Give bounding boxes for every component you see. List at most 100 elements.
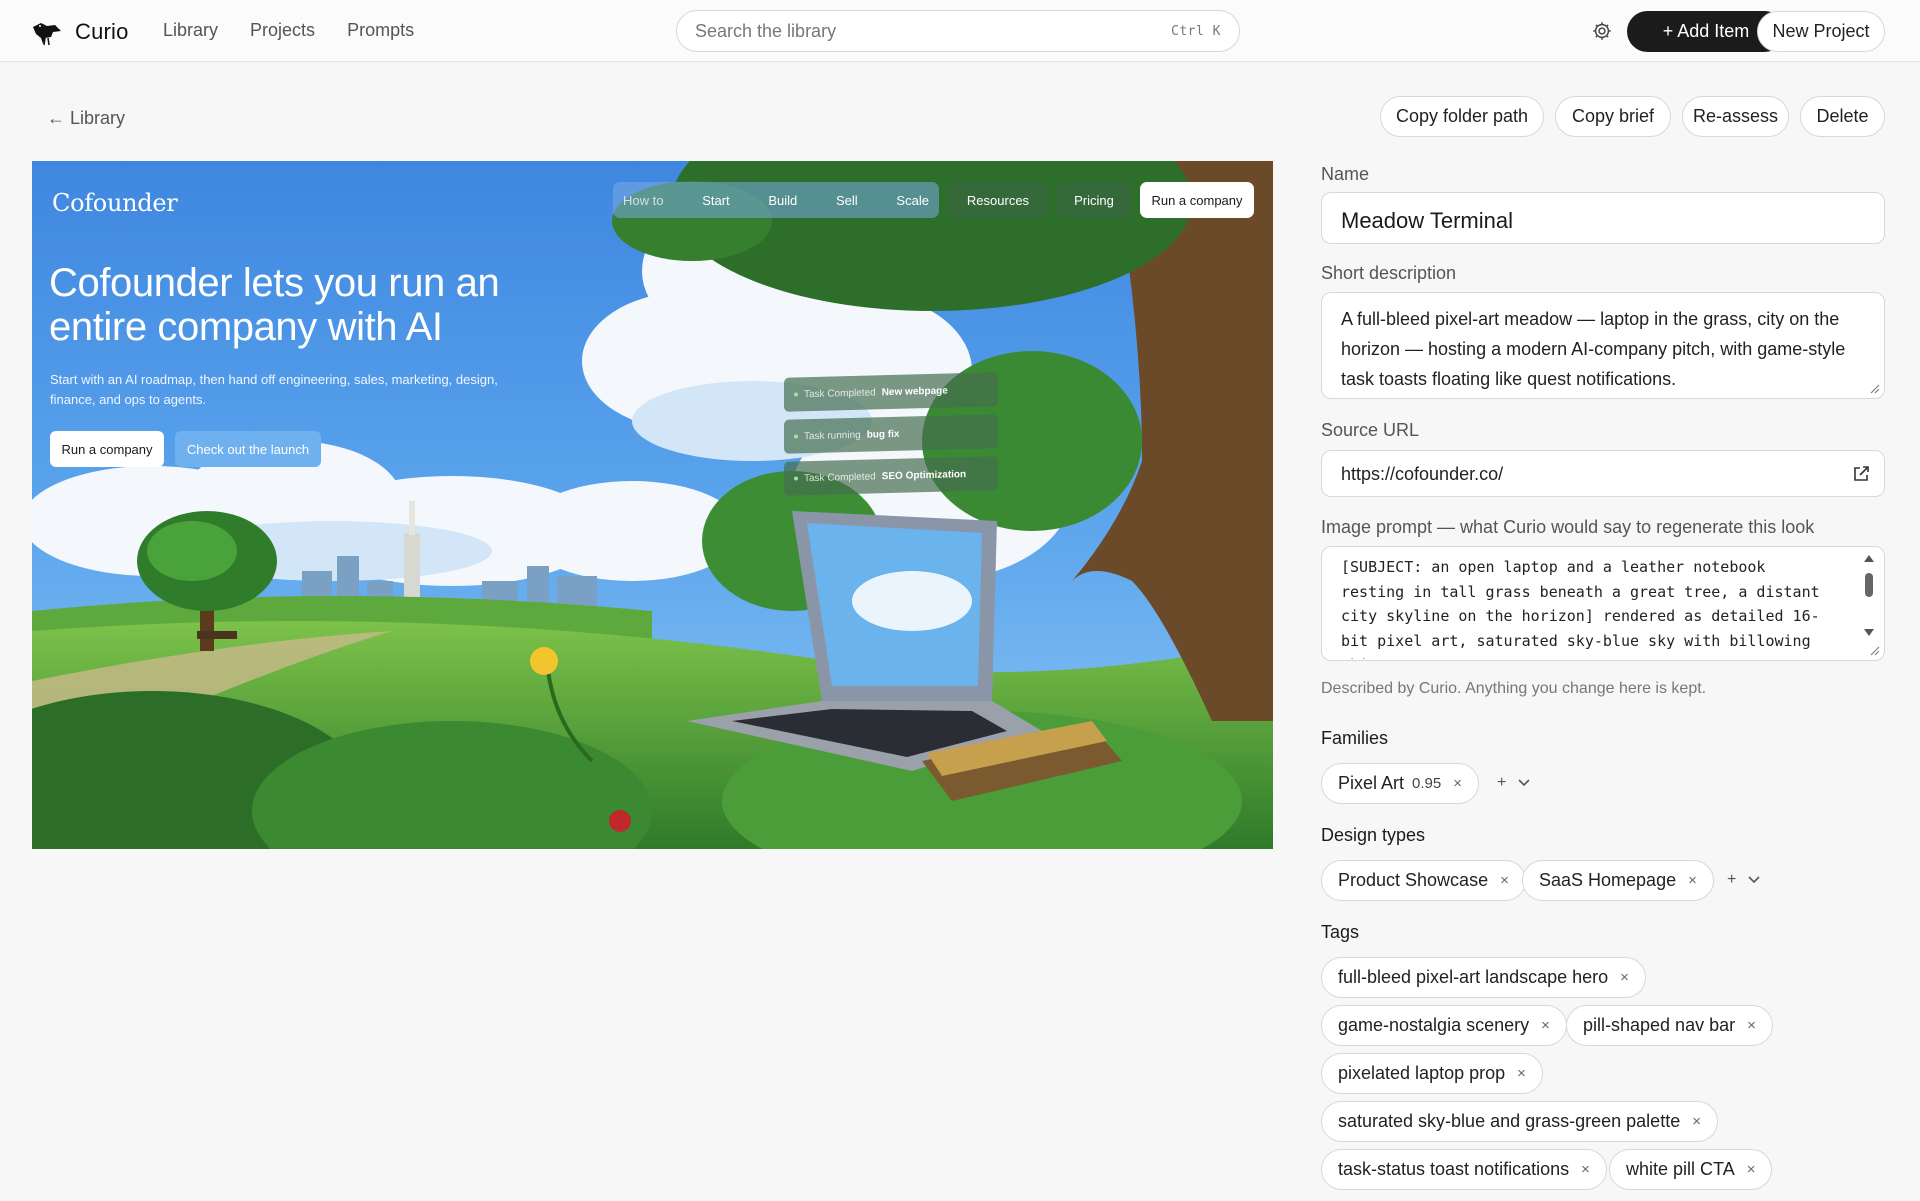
source-url-value: https://cofounder.co/ [1341,464,1504,484]
source-url-label: Source URL [1321,420,1420,440]
short-description-label: Short description [1321,263,1457,283]
design-type-chip[interactable]: Product Showcase × [1321,860,1526,901]
search-placeholder: Search the library [695,20,837,41]
search-input[interactable]: Search the library Ctrl K [676,10,1240,52]
nav-projects[interactable]: Projects [250,20,315,41]
preview-nav-start: Start [702,192,730,208]
nav-prompts[interactable]: Prompts [347,20,414,41]
preview-nav-howto: How to [623,192,664,208]
image-prompt-value: [SUBJECT: an open laptop and a leather n… [1341,558,1820,659]
name-field[interactable]: Meadow Terminal [1321,192,1885,244]
tags-heading: Tags [1321,922,1360,942]
tag-chip[interactable]: pill-shaped nav bar × [1566,1005,1773,1046]
preview-cta-primary: Run a company [50,431,164,467]
tag-chip[interactable]: game-nostalgia scenery × [1321,1005,1567,1046]
hero-preview-image: Cofounder How to Start Build Sell Scale … [32,161,1273,849]
remove-icon[interactable]: × [1747,1161,1756,1178]
preview-headline: Cofounder lets you run an entire company… [49,261,500,349]
tag-name: pill-shaped nav bar [1583,1015,1736,1035]
curio-hint-text: Described by Curio. Anything you change … [1321,680,1707,697]
reassess-button[interactable]: Re-assess [1682,96,1789,137]
logo[interactable]: Curio [31,17,129,47]
back-to-library-link[interactable]: ← Library [47,108,125,129]
tag-chip[interactable]: full-bleed pixel-art landscape hero × [1321,957,1646,998]
new-project-button[interactable]: New Project [1757,11,1885,52]
scrollbar[interactable] [1862,553,1876,653]
preview-cta-secondary: Check out the launch [175,431,321,467]
design-type-name: SaaS Homepage [1539,870,1677,890]
resize-handle-icon[interactable] [1870,646,1880,656]
copy-folder-path-button[interactable]: Copy folder path [1380,96,1544,137]
design-type-chip[interactable]: SaaS Homepage × [1522,860,1714,901]
preview-nav-group: How to Start Build Sell Scale [613,182,939,218]
status-dot-icon [794,434,798,439]
toast-status: Task running [804,429,861,442]
resize-handle-icon[interactable] [1870,384,1880,394]
tag-name: white pill CTA [1626,1159,1735,1179]
toast-status: Task Completed [804,386,876,400]
short-description-field[interactable]: A full-bleed pixel-art meadow — laptop i… [1321,292,1885,399]
toast-status: Task Completed [804,470,876,484]
add-family-control[interactable]: + [1497,774,1530,792]
toast-task: SEO Optimization [881,468,967,482]
main-nav: Library Projects Prompts [163,20,414,41]
add-design-type-control[interactable]: + [1727,871,1760,889]
remove-icon[interactable]: × [1500,872,1509,889]
tag-chip[interactable]: pixelated laptop prop × [1321,1053,1543,1094]
plus-icon[interactable]: + [1497,774,1506,792]
chevron-down-icon[interactable] [1518,779,1530,787]
tag-name: game-nostalgia scenery [1338,1015,1530,1035]
remove-icon[interactable]: × [1747,1017,1756,1034]
preview-brand: Cofounder [52,189,178,217]
preview-nav-sell: Sell [836,192,858,208]
preview-toast: Task running bug fix [784,414,998,454]
preview-nav-build: Build [768,192,798,208]
preview-nav-resources: Resources [948,182,1048,218]
copy-brief-button[interactable]: Copy brief [1555,96,1671,137]
app-name: Curio [75,19,129,44]
toast-task: New webpage [881,385,948,398]
family-score: 0.95 [1412,775,1442,792]
tag-name: pixelated laptop prop [1338,1063,1506,1083]
tag-name: saturated sky-blue and grass-green palet… [1338,1111,1681,1131]
search-shortcut: Ctrl K [1171,23,1221,39]
families-heading: Families [1321,728,1389,748]
tag-chip[interactable]: saturated sky-blue and grass-green palet… [1321,1101,1718,1142]
remove-icon[interactable]: × [1453,775,1462,792]
preview-nav-cta: Run a company [1140,182,1254,218]
short-description-value: A full-bleed pixel-art meadow — laptop i… [1341,309,1846,389]
remove-icon[interactable]: × [1692,1113,1701,1130]
family-chip[interactable]: Pixel Art 0.95 × [1321,763,1479,804]
gear-icon[interactable] [1591,20,1613,42]
remove-icon[interactable]: × [1541,1017,1550,1034]
external-link-icon[interactable] [1852,465,1870,483]
preview-subhead: Start with an AI roadmap, then hand off … [50,372,498,407]
status-dot-icon [794,476,798,481]
remove-icon[interactable]: × [1581,1161,1590,1178]
top-bar: Curio Library Projects Prompts Search th… [0,0,1920,62]
plus-icon[interactable]: + [1727,871,1736,889]
image-prompt-label: Image prompt — what Curio would say to r… [1321,517,1815,537]
name-label: Name [1321,164,1370,184]
remove-icon[interactable]: × [1620,969,1629,986]
tag-chip[interactable]: white pill CTA × [1609,1149,1773,1190]
tag-name: full-bleed pixel-art landscape hero [1338,967,1609,987]
remove-icon[interactable]: × [1517,1065,1526,1082]
preview-toast: Task Completed New webpage [784,372,998,412]
design-types-heading: Design types [1321,825,1426,845]
remove-icon[interactable]: × [1688,872,1697,889]
crow-logo-icon [33,23,61,46]
source-url-field[interactable]: https://cofounder.co/ [1321,450,1885,497]
delete-button[interactable]: Delete [1800,96,1885,137]
tag-name: task-status toast notifications [1338,1159,1570,1179]
image-prompt-field[interactable]: [SUBJECT: an open laptop and a leather n… [1321,546,1885,661]
preview-nav-scale: Scale [896,192,929,208]
name-value: Meadow Terminal [1341,208,1514,233]
preview-toast: Task Completed SEO Optimization [784,456,998,496]
toast-task: bug fix [866,428,900,441]
status-dot-icon [794,392,798,397]
preview-nav-pricing: Pricing [1057,182,1131,218]
nav-library[interactable]: Library [163,20,218,41]
chevron-down-icon[interactable] [1748,876,1760,884]
tag-chip[interactable]: task-status toast notifications × [1321,1149,1607,1190]
